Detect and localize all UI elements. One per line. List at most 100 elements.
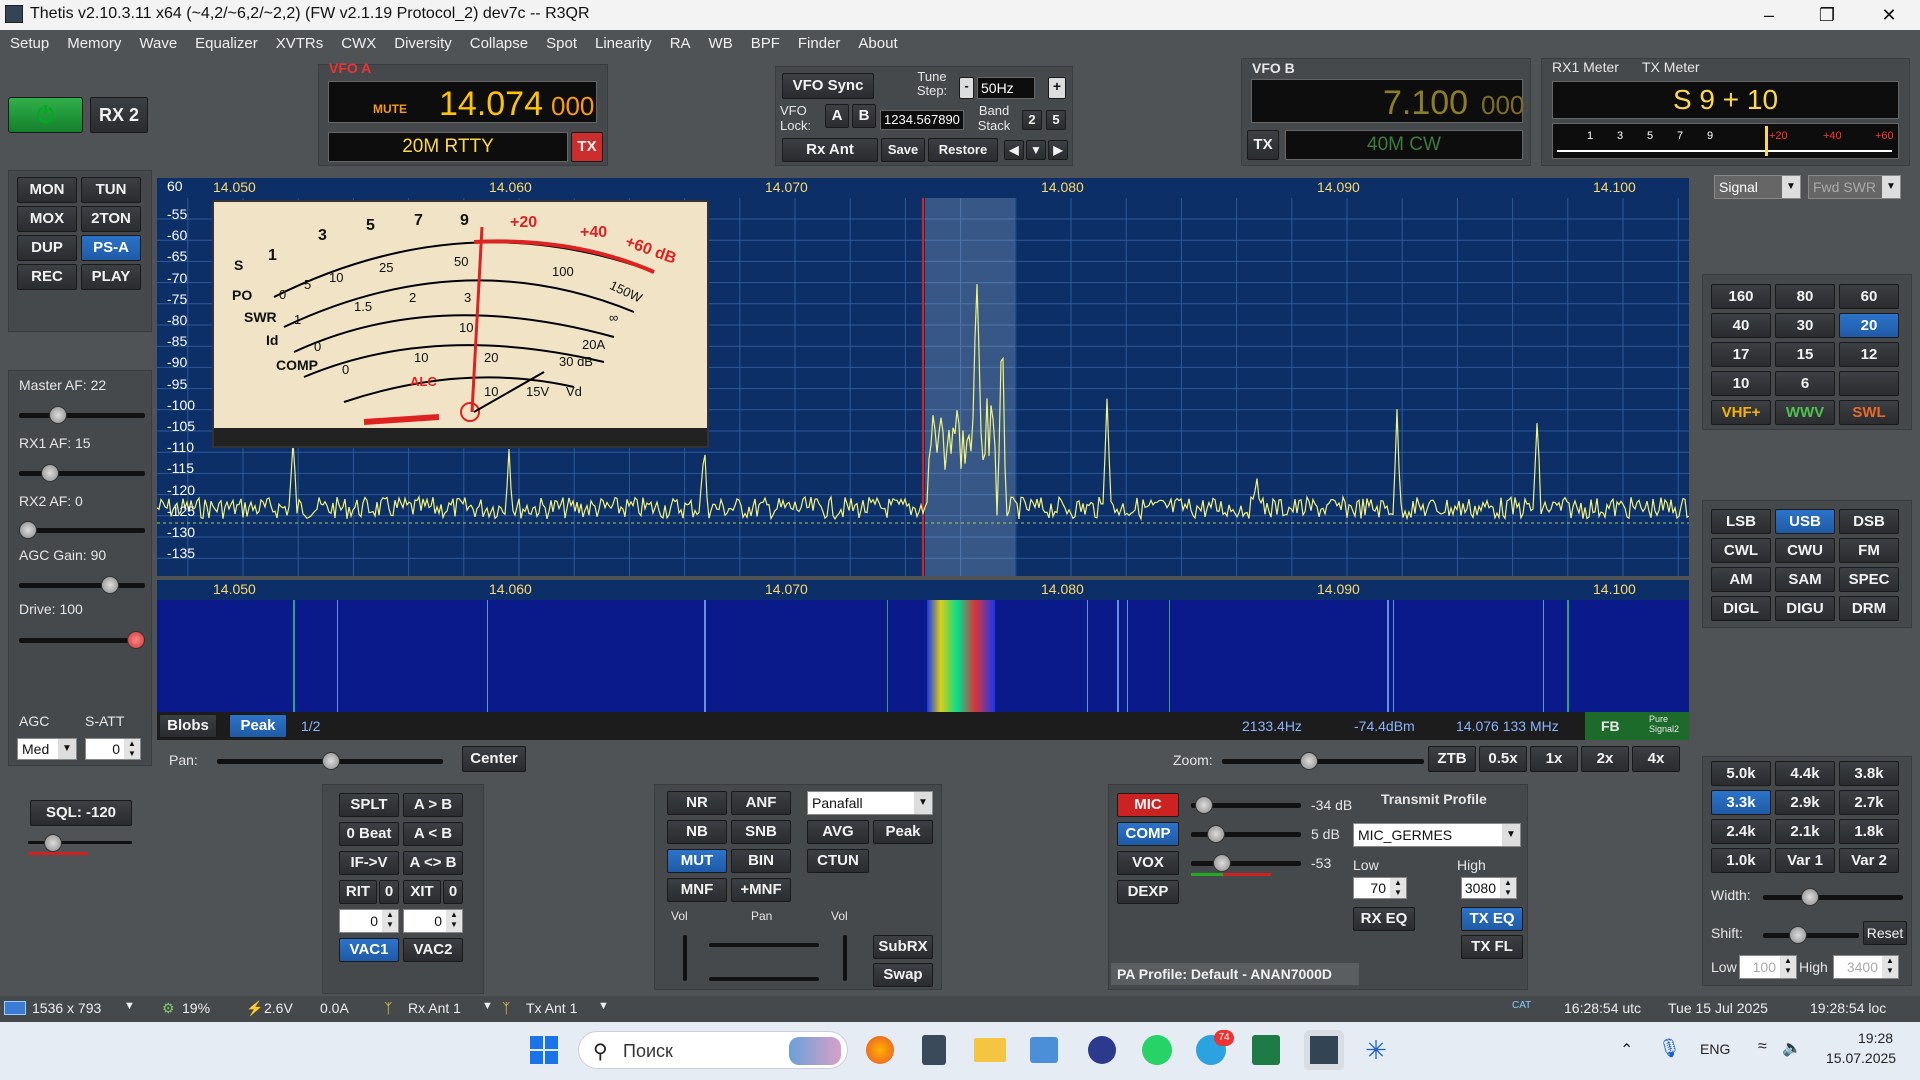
mode-usb[interactable]: USB bbox=[1775, 509, 1835, 534]
star-app-icon[interactable]: ✳ bbox=[1362, 1036, 1390, 1064]
zoom-track[interactable] bbox=[1222, 759, 1424, 764]
minimize-button[interactable]: – bbox=[1740, 0, 1798, 30]
filter-2-7k[interactable]: 2.7k bbox=[1839, 790, 1899, 815]
filter-2-4k[interactable]: 2.4k bbox=[1711, 819, 1771, 844]
band-40[interactable]: 40 bbox=[1711, 313, 1771, 338]
vfo-b-tx-button[interactable]: TX bbox=[1247, 130, 1279, 160]
zero-beat-button[interactable]: 0 Beat bbox=[339, 822, 399, 846]
shift-knob[interactable] bbox=[1789, 926, 1807, 944]
play-button[interactable]: PLAY bbox=[81, 264, 141, 290]
tx-ant-status[interactable]: Tx Ant 1 bbox=[526, 1000, 577, 1016]
tun-button[interactable]: TUN bbox=[81, 177, 141, 203]
tune-step-minus[interactable]: - bbox=[959, 77, 974, 99]
mode-drm[interactable]: DRM bbox=[1839, 596, 1899, 621]
swap-button[interactable]: Swap bbox=[873, 963, 933, 987]
band-blank[interactable] bbox=[1839, 371, 1899, 396]
agc-gain-knob[interactable] bbox=[101, 576, 120, 594]
menu-setup[interactable]: Setup bbox=[0, 30, 58, 58]
firefox-icon[interactable] bbox=[866, 1036, 894, 1064]
panadapter[interactable]: 14.050 14.060 14.070 14.080 14.090 14.100 60 -… bbox=[157, 178, 1689, 576]
menu-linearity[interactable]: Linearity bbox=[586, 30, 661, 58]
tx-eq-button[interactable]: TX EQ bbox=[1461, 907, 1523, 931]
mode-digl[interactable]: DIGL bbox=[1711, 596, 1771, 621]
satt-spinner[interactable]: 0 ▲ ▼ bbox=[85, 738, 141, 760]
calculator-icon[interactable] bbox=[922, 1035, 946, 1065]
band-30[interactable]: 30 bbox=[1775, 313, 1835, 338]
tx-low-spinner[interactable]: 70 ▲ ▼ bbox=[1353, 877, 1407, 899]
display-mode-select[interactable]: Panafall ▼ bbox=[807, 791, 933, 815]
dexp-button[interactable]: DEXP bbox=[1117, 880, 1179, 904]
menu-equalizer[interactable]: Equalizer bbox=[186, 30, 267, 58]
menu-memory[interactable]: Memory bbox=[58, 30, 130, 58]
menu-diversity[interactable]: Diversity bbox=[385, 30, 461, 58]
mode-cwl[interactable]: CWL bbox=[1711, 538, 1771, 563]
mode-digu[interactable]: DIGU bbox=[1775, 596, 1835, 621]
thetis-taskbar-button[interactable] bbox=[1304, 1030, 1344, 1070]
rec-button[interactable]: REC bbox=[17, 264, 77, 290]
mut-button[interactable]: MUT bbox=[667, 849, 727, 873]
vol-track[interactable] bbox=[683, 935, 687, 981]
vfo-lock-b[interactable]: B bbox=[852, 104, 876, 128]
whatsapp-icon[interactable] bbox=[1142, 1035, 1172, 1065]
mox-button[interactable]: MOX bbox=[17, 206, 77, 232]
tx-fl-button[interactable]: TX FL bbox=[1461, 935, 1523, 959]
nb-button[interactable]: NB bbox=[667, 820, 727, 844]
vac1-button[interactable]: VAC1 bbox=[339, 938, 399, 962]
start-icon[interactable] bbox=[530, 1036, 558, 1064]
rx2-button[interactable]: RX 2 bbox=[90, 97, 148, 133]
band-vhf-[interactable]: VHF+ bbox=[1711, 400, 1771, 425]
volume-icon[interactable]: 🔈 bbox=[1782, 1038, 1802, 1058]
xit-value[interactable]: 0 bbox=[443, 880, 463, 904]
vfo-lock-value[interactable]: 1234.567890 bbox=[880, 110, 964, 130]
wifi-icon[interactable]: ≈ bbox=[1758, 1038, 1767, 1056]
mode-lsb[interactable]: LSB bbox=[1711, 509, 1771, 534]
meter-select-signal[interactable]: Signal ▼ bbox=[1714, 175, 1801, 199]
vfo-lock-a[interactable]: A bbox=[825, 104, 849, 128]
vox-track[interactable] bbox=[1191, 861, 1301, 866]
plus-mnf-button[interactable]: +MNF bbox=[731, 878, 791, 902]
excel-icon[interactable] bbox=[1252, 1035, 1280, 1065]
rx1-af-knob[interactable] bbox=[40, 464, 59, 482]
prev-icon[interactable]: ◀ bbox=[1004, 140, 1024, 160]
rit-button[interactable]: RIT bbox=[339, 880, 377, 904]
rx-ant-button[interactable]: Rx Ant bbox=[782, 138, 878, 162]
band-6[interactable]: 6 bbox=[1775, 371, 1835, 396]
master-af-track[interactable] bbox=[19, 413, 145, 418]
band-stack-5[interactable]: 5 bbox=[1046, 110, 1066, 130]
mode-dsb[interactable]: DSB bbox=[1839, 509, 1899, 534]
menu-about[interactable]: About bbox=[849, 30, 906, 58]
app-u-icon[interactable] bbox=[1088, 1036, 1116, 1064]
vac2-button[interactable]: VAC2 bbox=[403, 938, 463, 962]
mode-spec[interactable]: SPEC bbox=[1839, 567, 1899, 592]
bin-button[interactable]: BIN bbox=[731, 849, 791, 873]
pan-knob[interactable] bbox=[322, 752, 340, 770]
vfo-b-display[interactable]: 7.100 000 bbox=[1251, 79, 1524, 123]
filter-2-9k[interactable]: 2.9k bbox=[1775, 790, 1835, 815]
filter-4-4k[interactable]: 4.4k bbox=[1775, 761, 1835, 786]
menu-spot[interactable]: Spot bbox=[537, 30, 586, 58]
comp-button[interactable]: COMP bbox=[1117, 822, 1179, 846]
shift-track[interactable] bbox=[1763, 933, 1859, 938]
vfo-a-display[interactable]: MUTE 14.074 000 bbox=[328, 81, 597, 123]
a-to-b-button[interactable]: A > B bbox=[403, 793, 463, 817]
meter-select-fwdswr[interactable]: Fwd SWR ▼ bbox=[1808, 175, 1901, 199]
ps-a-button[interactable]: PS-A bbox=[81, 235, 141, 261]
snb-button[interactable]: SNB bbox=[731, 820, 791, 844]
mode-sam[interactable]: SAM bbox=[1775, 567, 1835, 592]
menu-xvtrs[interactable]: XVTRs bbox=[267, 30, 333, 58]
resolution[interactable]: 1536 x 793 bbox=[32, 1000, 101, 1016]
rx2-af-knob[interactable] bbox=[19, 521, 37, 539]
width-knob[interactable] bbox=[1801, 888, 1819, 906]
tune-step-plus[interactable]: + bbox=[1048, 77, 1066, 99]
menu-ra[interactable]: RA bbox=[661, 30, 700, 58]
search-box[interactable]: ⚲ Поиск bbox=[578, 1031, 848, 1069]
filter-1-8k[interactable]: 1.8k bbox=[1839, 819, 1899, 844]
vox-knob[interactable] bbox=[1213, 854, 1231, 872]
anf-button[interactable]: ANF bbox=[731, 791, 791, 815]
next-icon[interactable]: ▶ bbox=[1048, 140, 1068, 160]
peak-display-button[interactable]: Peak bbox=[873, 820, 933, 844]
agc-gain-track[interactable] bbox=[19, 583, 145, 588]
power-button[interactable]: ⏻ bbox=[8, 97, 83, 133]
file-explorer-icon[interactable] bbox=[974, 1038, 1006, 1062]
filter-3-8k[interactable]: 3.8k bbox=[1839, 761, 1899, 786]
